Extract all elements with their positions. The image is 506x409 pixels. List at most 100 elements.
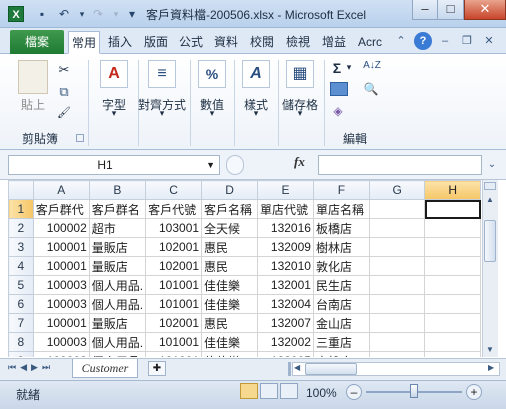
cell-c5[interactable]: 101001 [145, 275, 203, 295]
insert-function-icon[interactable]: fx [294, 154, 314, 170]
file-tab[interactable]: 檔案 [10, 30, 64, 54]
cell-g2[interactable] [368, 218, 426, 238]
cell-f2[interactable]: 板橋店 [312, 218, 370, 238]
scroll-down-icon[interactable]: ▼ [484, 343, 496, 357]
cell-d8[interactable]: 佳佳樂 [201, 332, 258, 352]
zoom-out-icon[interactable]: – [346, 384, 362, 400]
zoom-slider-thumb[interactable] [410, 384, 418, 398]
undo-dropdown-icon[interactable]: ▾ [74, 6, 90, 22]
cell-c1[interactable]: 客戶代號 [145, 199, 203, 219]
cell-h6[interactable] [424, 294, 481, 314]
tab-insert[interactable]: 插入 [104, 31, 136, 54]
cell-a4[interactable]: 100001 [32, 256, 90, 276]
scroll-right-icon[interactable]: ▶ [488, 363, 498, 372]
number-group-icon[interactable]: % [198, 60, 226, 88]
column-header-e[interactable]: E [257, 180, 314, 200]
undo-icon[interactable]: ↶ [56, 6, 72, 22]
cell-e5[interactable]: 132001 [257, 275, 314, 295]
zoom-level[interactable]: 100% [306, 386, 337, 400]
formula-input[interactable] [318, 155, 482, 175]
tab-add-ins[interactable]: 增益 [318, 31, 350, 54]
cell-a2[interactable]: 100002 [32, 218, 90, 238]
workbook-close-icon[interactable]: ✕ [480, 32, 498, 50]
cell-d7[interactable]: 惠民 [201, 313, 258, 333]
cell-h3[interactable] [424, 237, 481, 257]
tab-split-handle[interactable] [288, 362, 291, 376]
help-icon[interactable]: ? [414, 32, 432, 50]
cell-g3[interactable] [368, 237, 426, 257]
cell-h9[interactable] [424, 351, 481, 357]
cell-h4[interactable] [424, 256, 481, 276]
save-icon[interactable]: ▪ [34, 6, 50, 22]
row-header-6[interactable]: 6 [8, 294, 34, 314]
cell-f7[interactable]: 金山店 [312, 313, 370, 333]
tab-home[interactable]: 常用 [68, 31, 100, 54]
cell-e2[interactable]: 132016 [257, 218, 314, 238]
cell-a8[interactable]: 100003 [32, 332, 90, 352]
scroll-up-icon[interactable]: ▲ [484, 193, 496, 207]
cell-f4[interactable]: 敦化店 [312, 256, 370, 276]
cell-c3[interactable]: 102001 [145, 237, 203, 257]
cell-f5[interactable]: 民生店 [312, 275, 370, 295]
cell-c4[interactable]: 102001 [145, 256, 203, 276]
sort-filter-icon[interactable]: A↓Z [360, 60, 384, 71]
cell-g1[interactable] [368, 199, 426, 219]
tab-review[interactable]: 校閱 [246, 31, 278, 54]
cell-b2[interactable]: 超市 [88, 218, 147, 238]
row-header-5[interactable]: 5 [8, 275, 34, 295]
maximize-button[interactable]: □ [438, 0, 464, 20]
cell-d4[interactable]: 惠民 [201, 256, 258, 276]
cell-h5[interactable] [424, 275, 481, 295]
alignment-group-icon[interactable]: ≡ [148, 60, 176, 88]
cell-a7[interactable]: 100001 [32, 313, 90, 333]
column-header-h[interactable]: H [424, 180, 481, 200]
cell-f8[interactable]: 三重店 [312, 332, 370, 352]
paste-icon[interactable] [18, 60, 48, 94]
cell-a6[interactable]: 100003 [32, 294, 90, 314]
autosum-icon[interactable]: Σ [330, 60, 344, 76]
cell-b4[interactable]: 量販店 [88, 256, 147, 276]
excel-app-icon[interactable]: X [8, 6, 24, 22]
cell-e3[interactable]: 132009 [257, 237, 314, 257]
horizontal-scroll-thumb[interactable] [305, 363, 357, 375]
clipboard-dialog-launcher-icon[interactable] [76, 134, 84, 142]
tab-formulas[interactable]: 公式 [175, 31, 207, 54]
column-header-c[interactable]: C [145, 180, 203, 200]
autosum-dropdown-icon[interactable]: ▾ [344, 62, 354, 73]
cell-h1[interactable] [424, 199, 481, 219]
clear-icon[interactable]: ◈ [330, 104, 346, 118]
cell-e1[interactable]: 單店代號 [257, 199, 314, 219]
tab-data[interactable]: 資料 [210, 31, 242, 54]
scroll-left-icon[interactable]: ◀ [294, 363, 304, 372]
minimize-button[interactable]: – [412, 0, 438, 20]
cell-h8[interactable] [424, 332, 481, 352]
select-all-corner[interactable] [8, 180, 34, 200]
workbook-restore-icon[interactable]: ❐ [458, 32, 476, 50]
cell-f6[interactable]: 台南店 [312, 294, 370, 314]
cell-g8[interactable] [368, 332, 426, 352]
cell-d6[interactable]: 佳佳樂 [201, 294, 258, 314]
cell-c7[interactable]: 102001 [145, 313, 203, 333]
cell-e9[interactable]: 132005 [257, 351, 314, 357]
cell-f1[interactable]: 單店名稱 [312, 199, 370, 219]
cell-g5[interactable] [368, 275, 426, 295]
page-layout-view-icon[interactable] [260, 383, 278, 399]
column-header-f[interactable]: F [312, 180, 370, 200]
cell-b8[interactable]: 個人用品. [88, 332, 147, 352]
cell-h7[interactable] [424, 313, 481, 333]
column-header-d[interactable]: D [201, 180, 258, 200]
cut-icon[interactable]: ✂ [56, 62, 72, 78]
redo-icon[interactable]: ↷ [90, 6, 106, 22]
row-header-8[interactable]: 8 [8, 332, 34, 352]
sheet-tab-customer[interactable]: Customer [72, 359, 138, 378]
row-header-3[interactable]: 3 [8, 237, 34, 257]
tab-view[interactable]: 檢視 [282, 31, 314, 54]
workbook-minimize-icon[interactable]: – [436, 32, 454, 50]
column-header-a[interactable]: A [32, 180, 90, 200]
worksheet-grid[interactable]: A B C D E F G H 1 客戶群代 客戶群名 客戶代號 客戶名稱 單店代號 單店名… [8, 180, 481, 357]
customize-quick-access-icon[interactable]: ▾ [124, 6, 140, 22]
cells-group-icon[interactable]: ▦ [286, 60, 314, 88]
tab-page-layout[interactable]: 版面 [140, 31, 172, 54]
collapse-ribbon-icon[interactable]: ⌃ [392, 32, 410, 50]
cell-e4[interactable]: 132010 [257, 256, 314, 276]
